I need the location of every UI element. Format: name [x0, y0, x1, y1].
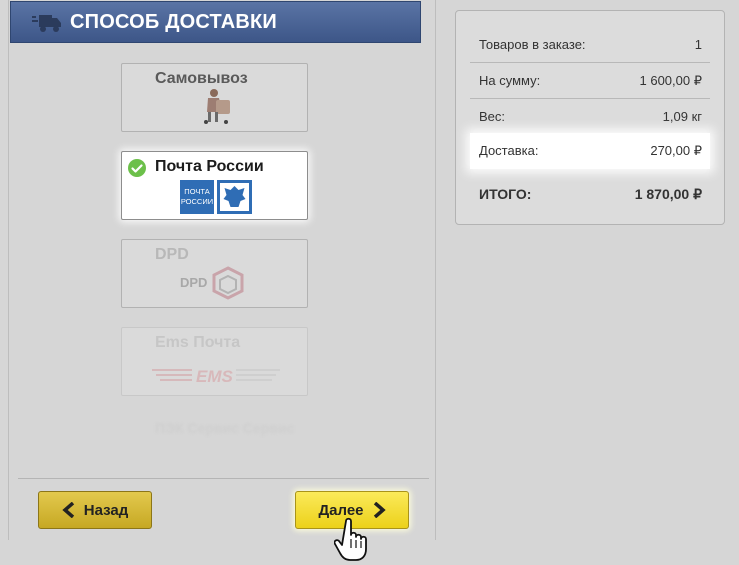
truck-icon [32, 15, 61, 32]
hand-cursor-icon [334, 517, 367, 561]
summary-label: Вес: [479, 109, 506, 124]
summary-value: 270,00 ₽ [650, 143, 702, 158]
chevron-left-icon [62, 502, 74, 518]
summary-row-sum: На сумму: 1 600,00 ₽ [470, 63, 710, 99]
summary-label: Товаров в заказе: [479, 37, 586, 52]
delivery-option-ems[interactable]: Ems Почта EMS [121, 327, 308, 396]
order-summary: Товаров в заказе: 1 На сумму: 1 600,00 ₽… [455, 10, 725, 225]
summary-label: На сумму: [479, 73, 541, 88]
back-button-label: Назад [83, 501, 129, 519]
delivery-option-dpd[interactable]: DPD DPD [121, 239, 308, 308]
summary-row-items: Товаров в заказе: 1 [470, 27, 710, 63]
summary-row-delivery: Доставка: 270,00 ₽ [470, 133, 710, 169]
chevron-right-icon [373, 502, 386, 518]
delivery-option-label: Почта России [155, 158, 264, 175]
delivery-option-label: Ems Почта [155, 334, 241, 351]
next-button-label: Далее [318, 501, 364, 519]
summary-value: 1 600,00 ₽ [639, 73, 703, 88]
delivery-option-russian-post[interactable]: Почта России ПОЧТА РОССИИ [121, 151, 308, 220]
divider [18, 478, 429, 479]
summary-value: 1,09 кг [662, 109, 702, 124]
delivery-option-pickup[interactable]: Самовывоз [121, 63, 308, 132]
summary-row-weight: Вес: 1,09 кг [470, 99, 710, 135]
svg-text:DPD: DPD [180, 275, 207, 290]
russian-post-logo: ПОЧТА РОССИИ [180, 180, 252, 214]
courier-icon [204, 89, 230, 124]
check-icon [128, 159, 146, 177]
svg-text:ПОЧТА: ПОЧТА [184, 187, 209, 196]
total-label: ИТОГО: [479, 186, 532, 202]
ems-logo: EMS [152, 367, 280, 386]
summary-value: 1 [694, 37, 702, 52]
svg-text:РОССИИ: РОССИИ [181, 197, 213, 206]
summary-total: ИТОГО: 1 870,00 ₽ [470, 179, 710, 207]
svg-text:EMS: EMS [196, 367, 234, 386]
total-value: 1 870,00 ₽ [634, 186, 702, 202]
back-button[interactable]: Назад [38, 491, 152, 529]
summary-label: Доставка: [479, 143, 539, 158]
delivery-option-faded: ПЭК Сервис Сервис [155, 420, 295, 436]
section-header: СПОСОБ ДОСТАВКИ [10, 1, 421, 43]
dpd-logo: DPD [180, 266, 244, 300]
page-title: СПОСОБ ДОСТАВКИ [70, 11, 277, 33]
delivery-option-label: DPD [155, 246, 189, 263]
